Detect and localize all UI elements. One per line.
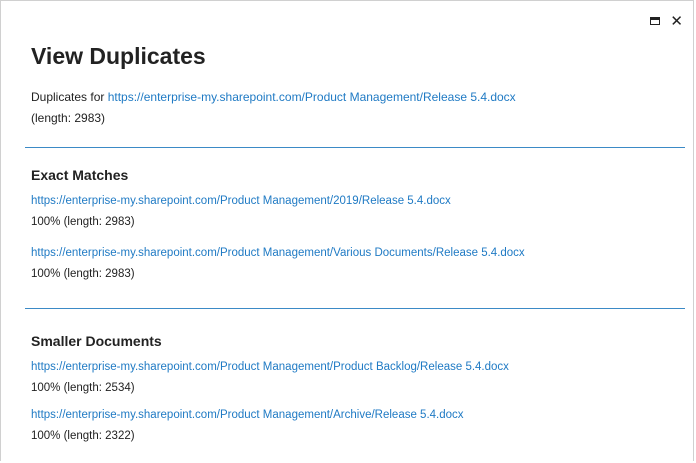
intro-block: Duplicates for https://enterprise-my.sha…	[31, 87, 516, 129]
window-controls: ✕	[650, 14, 683, 29]
duplicate-link[interactable]: https://enterprise-my.sharepoint.com/Pro…	[31, 409, 464, 421]
duplicate-link[interactable]: https://enterprise-my.sharepoint.com/Pro…	[31, 195, 451, 207]
divider-top	[25, 147, 685, 148]
list-item: https://enterprise-my.sharepoint.com/Pro…	[31, 357, 509, 399]
source-length: (length: 2983)	[31, 111, 106, 125]
close-icon[interactable]: ✕	[670, 14, 683, 29]
dialog-title: View Duplicates	[31, 43, 206, 69]
view-duplicates-dialog: ✕ View Duplicates Duplicates for https:/…	[0, 0, 694, 461]
match-meta: 100% (length: 2534)	[31, 382, 135, 394]
duplicate-link[interactable]: https://enterprise-my.sharepoint.com/Pro…	[31, 361, 509, 373]
intro-prefix: Duplicates for	[31, 90, 108, 104]
duplicate-link[interactable]: https://enterprise-my.sharepoint.com/Pro…	[31, 247, 525, 259]
section-title-exact-matches: Exact Matches	[31, 167, 129, 183]
match-meta: 100% (length: 2983)	[31, 216, 135, 228]
match-meta: 100% (length: 2983)	[31, 268, 135, 280]
list-item: https://enterprise-my.sharepoint.com/Pro…	[31, 405, 464, 447]
divider-middle	[25, 308, 685, 309]
maximize-icon[interactable]	[650, 17, 661, 25]
list-item: https://enterprise-my.sharepoint.com/Pro…	[31, 191, 451, 233]
source-document-link[interactable]: https://enterprise-my.sharepoint.com/Pro…	[108, 90, 516, 104]
section-title-smaller-documents: Smaller Documents	[31, 333, 162, 349]
match-meta: 100% (length: 2322)	[31, 430, 135, 442]
intro-line: Duplicates for https://enterprise-my.sha…	[31, 87, 516, 108]
list-item: https://enterprise-my.sharepoint.com/Pro…	[31, 243, 525, 285]
